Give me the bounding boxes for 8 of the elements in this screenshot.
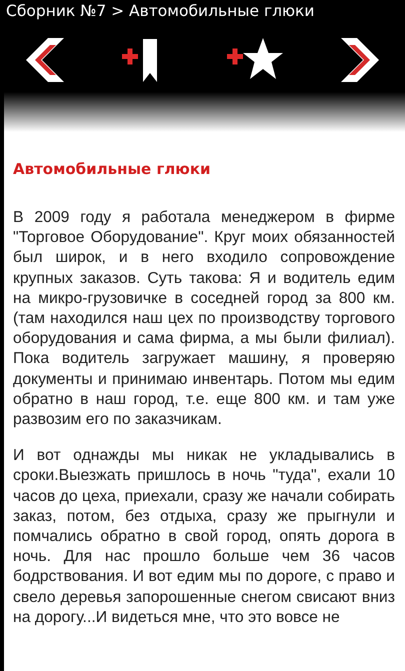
article-paragraph: И вот однажды мы никак не укладывались в сроки.Выезжать пришлось в ночь "туда", ехали 10 часов до цеха, приехали, сразу же начали собирать заказ, потом, без отдыха, сразу же прыгнули и помчались обратно в свой город, опять дорога в ночь. Для нас прошло больше чем 36 часов бодрствования. И вот едим мы по дороге, с право и свело деревья запорошенные снегом свисают вниз на дорогу...И видеться мне, что это вовсе не [13, 446, 395, 628]
next-button[interactable] [340, 38, 379, 82]
article-title: Автомобильные глюки [12, 159, 212, 178]
next-icon [340, 38, 379, 82]
prev-button[interactable] [26, 38, 64, 82]
article-paragraph: В 2009 году я работала менеджером в фирме "Торговое Оборудование". Круг моих обязанностей был широк, и в него входило сопровождение крупных заказов. Суть такова: Я и водитель едим на микро-грузовичке в соседней город за 800 км.(там находился наш цех по производству торгового оборудования и сама фирма, а мы были филиал). Пока водитель загружает машину, я проверяю документы и принимаю инвентарь. Потом мы едим обратно в наш город, т.е. еще 800 км. и там уже развозим его по заказчикам. [13, 208, 395, 430]
screen-title: Сборник №7 > Автомобильные глюки [6, 2, 314, 20]
previous-icon [26, 38, 64, 82]
